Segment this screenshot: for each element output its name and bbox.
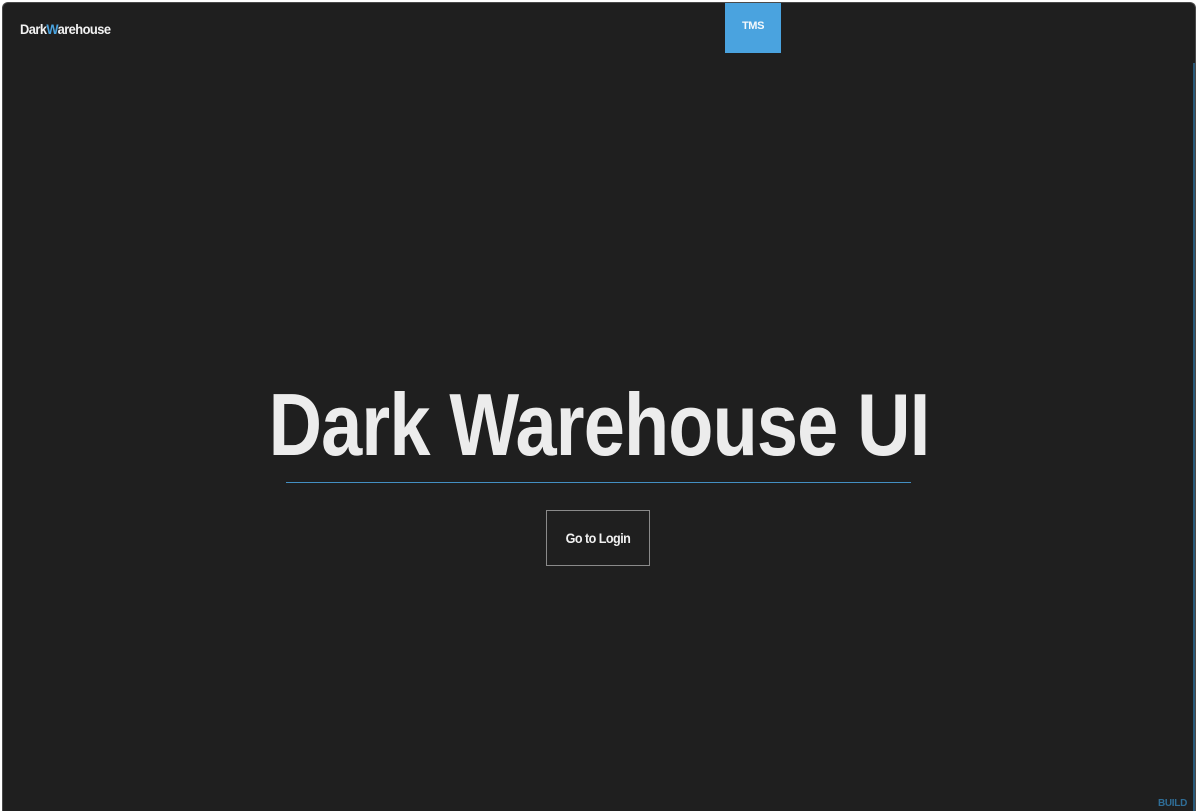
brand-highlight: W xyxy=(46,21,58,37)
go-to-login-label: Go to Login xyxy=(565,530,631,546)
build-label: BUILD xyxy=(1157,798,1187,809)
app-window: DarkWarehouse TMS Dark Warehouse UI Go t… xyxy=(2,2,1196,811)
go-to-login-button[interactable]: Go to Login xyxy=(546,510,650,566)
scroll-edge-accent xyxy=(1193,63,1195,811)
brand-suffix: arehouse xyxy=(57,21,111,37)
title-divider xyxy=(286,482,911,483)
tab-tms[interactable]: TMS xyxy=(725,3,781,53)
brand-logo[interactable]: DarkWarehouse xyxy=(20,21,111,37)
brand-prefix: Dark xyxy=(20,21,47,37)
page-title: Dark Warehouse UI xyxy=(268,375,931,474)
